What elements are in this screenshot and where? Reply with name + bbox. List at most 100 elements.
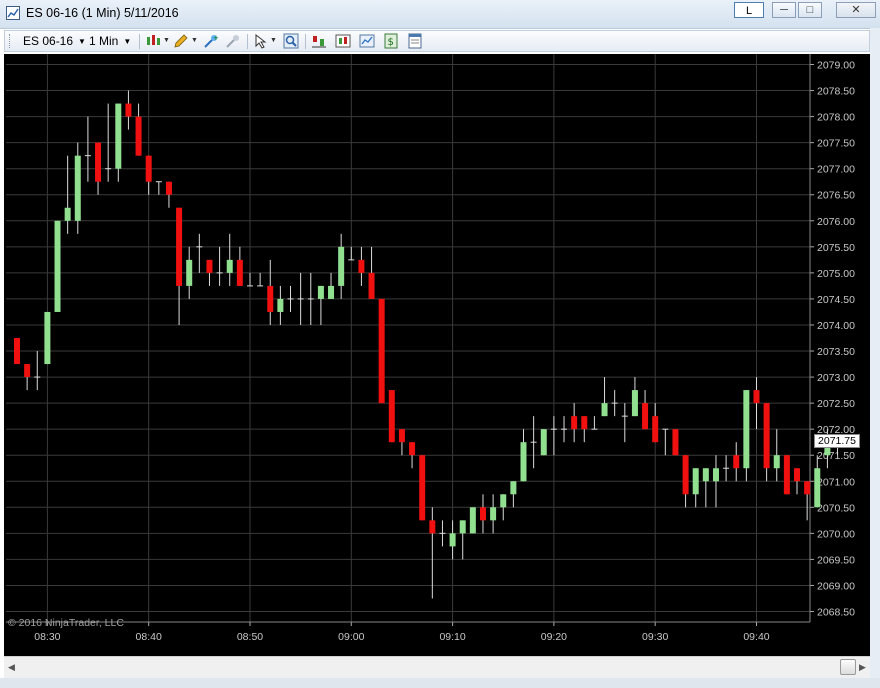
candle-body-up bbox=[520, 442, 527, 482]
dollar-icon[interactable]: $ bbox=[383, 33, 399, 49]
candle-body-down bbox=[398, 429, 405, 443]
candle-body-down bbox=[165, 181, 172, 195]
x-tick-label: 09:00 bbox=[338, 631, 364, 643]
x-tick-label: 08:30 bbox=[34, 631, 60, 643]
horizontal-scrollbar[interactable]: ◀ ▶ bbox=[4, 656, 870, 678]
toolbar-grip[interactable] bbox=[9, 34, 13, 48]
strategies-icon[interactable] bbox=[311, 33, 327, 49]
remove-icon[interactable] bbox=[225, 33, 241, 49]
candle-body-up bbox=[743, 390, 750, 469]
window-border bbox=[0, 678, 880, 688]
chevron-down-icon[interactable]: ▼ bbox=[270, 37, 277, 44]
x-tick-label: 09:10 bbox=[439, 631, 465, 643]
candle-body-down bbox=[388, 390, 395, 443]
y-tick-label: 2076.50 bbox=[817, 190, 855, 202]
candle-body-up bbox=[328, 285, 335, 299]
toolbar-separator bbox=[247, 34, 248, 49]
y-tick-label: 2068.50 bbox=[817, 607, 855, 619]
bar-type-icon[interactable] bbox=[145, 33, 161, 49]
x-tick-label: 08:50 bbox=[237, 631, 263, 643]
minimize-icon: ─ bbox=[780, 4, 788, 16]
candle-body-down bbox=[135, 116, 142, 156]
instrument-selector[interactable]: ES 06-16 ▼ bbox=[23, 33, 86, 50]
scroll-left-icon[interactable]: ◀ bbox=[8, 662, 15, 673]
y-tick-label: 2073.00 bbox=[817, 372, 855, 384]
data-box-icon[interactable] bbox=[407, 33, 423, 49]
candle-body-up bbox=[510, 481, 517, 495]
drawing-pencil-icon[interactable] bbox=[173, 33, 189, 49]
candle-body-down bbox=[236, 259, 243, 286]
chart-properties-icon[interactable] bbox=[359, 33, 375, 49]
candle-body-up bbox=[186, 259, 193, 286]
candle-body-down bbox=[652, 416, 659, 443]
candle-body-up bbox=[469, 507, 476, 534]
candle-body-up bbox=[490, 507, 497, 521]
chevron-down-icon[interactable]: ▼ bbox=[163, 37, 170, 44]
candle-body-down bbox=[783, 455, 790, 495]
candle-body-down bbox=[794, 468, 801, 482]
candle-body-down bbox=[14, 338, 20, 365]
y-tick-label: 2073.50 bbox=[817, 346, 855, 358]
instrument-label: ES 06-16 bbox=[23, 34, 74, 48]
interval-selector[interactable]: 1 Min ▼ bbox=[89, 33, 131, 50]
y-tick-label: 2079.00 bbox=[817, 60, 855, 72]
y-tick-label: 2070.00 bbox=[817, 528, 855, 540]
scrollbar-thumb[interactable] bbox=[840, 659, 856, 675]
y-tick-label: 2069.00 bbox=[817, 580, 855, 592]
candle-body-down bbox=[733, 455, 740, 469]
y-tick-label: 2077.00 bbox=[817, 164, 855, 176]
candle-body-up bbox=[317, 285, 324, 299]
candle-body-up bbox=[115, 103, 122, 169]
candle-body-up bbox=[540, 429, 547, 456]
candle-body-up bbox=[500, 494, 507, 508]
maximize-button[interactable]: □ bbox=[798, 2, 822, 18]
chevron-down-icon[interactable]: ▼ bbox=[191, 37, 198, 44]
candle-body-up bbox=[459, 520, 466, 534]
minimize-button[interactable]: ─ bbox=[772, 2, 796, 18]
insert-icon[interactable]: + bbox=[203, 33, 219, 49]
y-tick-label: 2070.50 bbox=[817, 502, 855, 514]
candle-body-up bbox=[814, 468, 821, 508]
candle-body-down bbox=[682, 455, 689, 495]
copyright-text: © 2016 NinjaTrader, LLC bbox=[8, 617, 124, 629]
candle-body-down bbox=[753, 390, 760, 404]
chart-window-icon bbox=[6, 6, 20, 20]
candle-body-down bbox=[358, 259, 365, 273]
y-tick-label: 2075.50 bbox=[817, 242, 855, 254]
x-tick-label: 08:40 bbox=[136, 631, 162, 643]
last-price-marker: 2071.75 bbox=[814, 434, 860, 448]
candle-body-down bbox=[176, 207, 183, 286]
cursor-icon[interactable] bbox=[253, 33, 269, 49]
candle-body-up bbox=[226, 259, 233, 273]
candle-body-down bbox=[642, 403, 649, 430]
window-border bbox=[870, 28, 880, 688]
link-button[interactable]: L bbox=[734, 2, 764, 18]
candle-body-down bbox=[804, 481, 811, 495]
y-tick-label: 2072.50 bbox=[817, 398, 855, 410]
chart-window-icon-glyph bbox=[7, 8, 19, 18]
close-button[interactable]: ✕ bbox=[836, 2, 876, 18]
chevron-down-icon: ▼ bbox=[123, 37, 132, 46]
candle-body-down bbox=[672, 429, 679, 456]
candle-body-down bbox=[145, 155, 152, 182]
y-tick-label: 2074.00 bbox=[817, 320, 855, 332]
toolbar-separator bbox=[305, 34, 306, 49]
toolbar-separator bbox=[139, 34, 140, 49]
zoom-icon[interactable] bbox=[283, 33, 299, 49]
scroll-right-icon[interactable]: ▶ bbox=[859, 662, 866, 673]
candle-body-up bbox=[54, 220, 61, 312]
candle-body-up bbox=[692, 468, 699, 495]
x-tick-label: 09:20 bbox=[541, 631, 567, 643]
y-tick-label: 2078.00 bbox=[817, 112, 855, 124]
indicators-icon[interactable] bbox=[335, 33, 351, 49]
candlestick-chart[interactable]: 2079.00 2078.50 2078.00 2077.50 2077.00 2076.… bbox=[4, 54, 870, 656]
svg-text:+: + bbox=[213, 34, 219, 42]
candle-body-up bbox=[631, 390, 638, 417]
candle-body-down bbox=[479, 507, 486, 521]
maximize-icon: □ bbox=[806, 4, 814, 16]
candle-body-up bbox=[64, 207, 71, 221]
candle-body-up bbox=[277, 298, 284, 312]
candle-body-down bbox=[206, 259, 213, 273]
chart-panel[interactable]: 2079.00 2078.50 2078.00 2077.50 2077.00 2076.… bbox=[4, 54, 870, 656]
y-tick-label: 2077.50 bbox=[817, 138, 855, 150]
